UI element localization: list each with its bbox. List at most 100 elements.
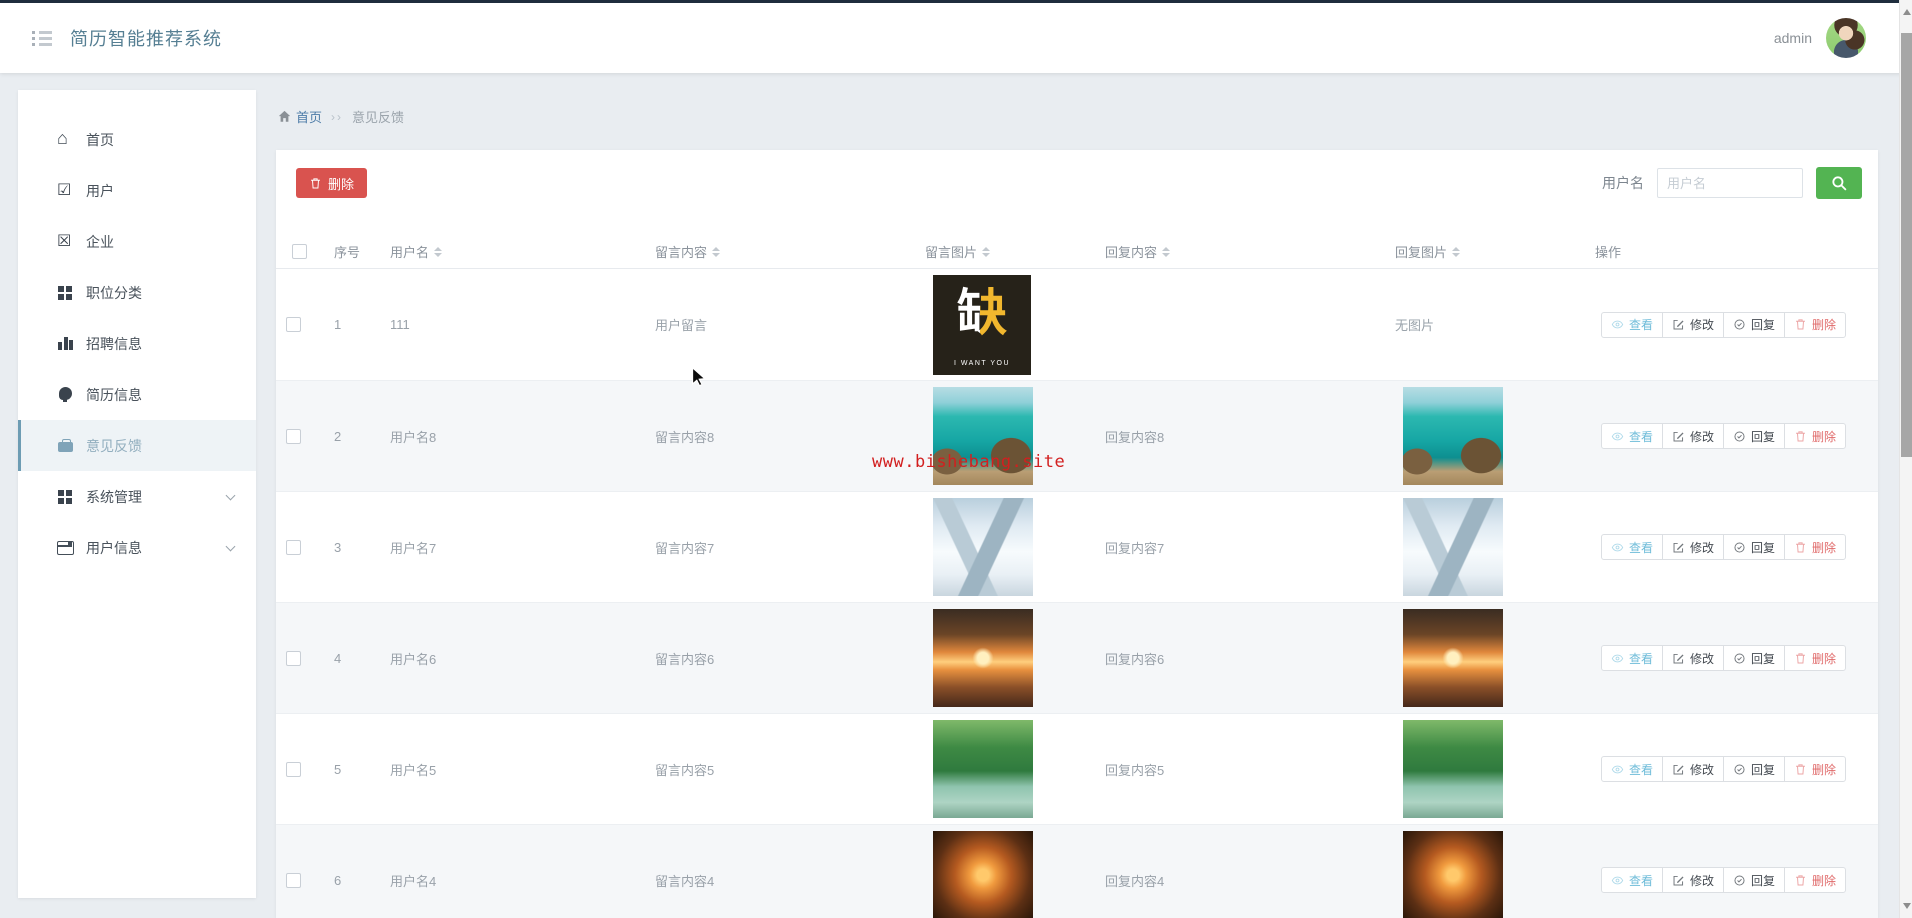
- search-field-label: 用户名: [1602, 175, 1644, 191]
- breadcrumb-separator: ››: [331, 109, 344, 124]
- reply-image[interactable]: [1403, 720, 1503, 818]
- table-header-label: 留言内容: [655, 245, 708, 260]
- view-button[interactable]: 查看: [1601, 756, 1664, 782]
- message-image[interactable]: 缺 缺 I WANT YOU: [933, 720, 1033, 818]
- row-delete-button[interactable]: 删除: [1784, 423, 1847, 449]
- edit-button[interactable]: 修改: [1662, 534, 1725, 560]
- row-checkbox[interactable]: [286, 650, 301, 666]
- edit-button[interactable]: 修改: [1662, 423, 1725, 449]
- search-button[interactable]: [1816, 167, 1862, 199]
- sidebar-item-user-info[interactable]: 用户信息: [18, 522, 256, 573]
- sort-caret-icon[interactable]: [1452, 246, 1461, 257]
- table-row: 4 用户名6 留言内容6 缺 缺 I WANT YOU 回复内容6: [276, 602, 1878, 713]
- edit-button[interactable]: 修改: [1662, 867, 1725, 893]
- sidebar-item-system-manage[interactable]: 系统管理: [18, 471, 256, 522]
- sidebar-item-job-category[interactable]: 职位分类: [18, 267, 256, 318]
- sidebar-item-feedback[interactable]: 意见反馈: [18, 420, 256, 471]
- hamburger-menu-icon[interactable]: [32, 30, 52, 46]
- row-username: 用户名7: [390, 540, 437, 556]
- scrollbar-thumb[interactable]: [1901, 33, 1912, 457]
- top-bar: 简历智能推荐系统 admin: [0, 0, 1912, 73]
- row-checkbox[interactable]: [286, 317, 301, 332]
- row-username: 111: [390, 317, 410, 332]
- select-all-checkbox[interactable]: [292, 244, 307, 259]
- reply-icon: [1734, 430, 1745, 442]
- message-image[interactable]: 缺 缺 I WANT YOU: [933, 609, 1033, 707]
- sidebar-item-users[interactable]: 用户: [18, 165, 256, 216]
- page-scrollbar[interactable]: [1899, 0, 1912, 918]
- sort-caret-icon[interactable]: [1162, 246, 1171, 257]
- table-row: 6 用户名4 留言内容4 缺 缺 I WANT YOU 回复内容4: [276, 824, 1878, 918]
- row-delete-button[interactable]: 删除: [1784, 756, 1847, 782]
- breadcrumb-home-link[interactable]: 首页: [278, 107, 322, 126]
- reply-image[interactable]: [1403, 831, 1503, 918]
- row-index: 2: [334, 428, 342, 444]
- sort-caret-icon[interactable]: [712, 246, 721, 257]
- reply-image[interactable]: [1403, 609, 1503, 707]
- sidebar-item-label: 系统管理: [86, 488, 142, 505]
- delete-button[interactable]: 删除: [296, 168, 368, 198]
- row-username: 用户名5: [390, 762, 437, 778]
- table-header-cell: 用户名: [380, 235, 645, 268]
- eye-icon: [1611, 320, 1624, 329]
- row-delete-button[interactable]: 删除: [1784, 867, 1847, 893]
- reply-button[interactable]: 回复: [1723, 645, 1786, 671]
- table-header-cell: 操作: [1585, 235, 1878, 268]
- reply-button[interactable]: 回复: [1723, 867, 1786, 893]
- edit-button[interactable]: 修改: [1662, 311, 1725, 338]
- sort-caret-icon[interactable]: [434, 246, 443, 257]
- sidebar-item-company[interactable]: 企业: [18, 216, 256, 267]
- scroll-up-icon[interactable]: [1903, 9, 1911, 15]
- reply-button[interactable]: 回复: [1723, 423, 1786, 449]
- table-header-label: 回复图片: [1395, 245, 1448, 260]
- row-message: 留言内容4: [655, 873, 715, 889]
- sidebar-item-label: 企业: [86, 233, 114, 250]
- message-image[interactable]: 缺 缺 I WANT YOU: [933, 274, 1031, 375]
- reply-image[interactable]: [1403, 387, 1503, 485]
- row-checkbox[interactable]: [286, 539, 301, 555]
- no-image-text: 无图片: [1395, 318, 1435, 333]
- view-button[interactable]: 查看: [1601, 645, 1664, 671]
- view-button[interactable]: 查看: [1601, 867, 1664, 893]
- scroll-down-icon[interactable]: [1903, 903, 1911, 909]
- view-button[interactable]: 查看: [1601, 311, 1664, 338]
- message-image[interactable]: 缺 缺 I WANT YOU: [933, 831, 1033, 918]
- sidebar-item-label: 职位分类: [86, 284, 142, 301]
- view-button[interactable]: 查看: [1601, 534, 1664, 560]
- reply-button[interactable]: 回复: [1723, 756, 1786, 782]
- sidebar-item-label: 首页: [86, 131, 114, 148]
- row-checkbox[interactable]: [286, 872, 301, 888]
- app-title: 简历智能推荐系统: [70, 29, 222, 49]
- poster-caption: I WANT YOU: [953, 359, 1011, 367]
- edit-icon: [1673, 875, 1684, 885]
- edit-button[interactable]: 修改: [1662, 756, 1725, 782]
- reply-button[interactable]: 回复: [1723, 534, 1786, 560]
- sidebar-item-home[interactable]: 首页: [18, 114, 256, 165]
- table-row: 5 用户名5 留言内容5 缺 缺 I WANT YOU 回复内容5: [276, 713, 1878, 824]
- sidebar-item-recruit-info[interactable]: 招聘信息: [18, 318, 256, 369]
- row-delete-button[interactable]: 删除: [1784, 311, 1847, 338]
- table-header-cell: 序号: [324, 235, 380, 268]
- sidebar: 首页 用户 企业 职位分类 招聘信息 简历信息: [18, 90, 256, 898]
- table-toolbar: 删除 用户名: [276, 150, 1878, 199]
- row-delete-button[interactable]: 删除: [1784, 534, 1847, 560]
- row-message: 留言内容6: [655, 651, 715, 667]
- sidebar-item-label: 招聘信息: [86, 335, 142, 352]
- row-delete-button[interactable]: 删除: [1784, 645, 1847, 671]
- sidebar-item-label: 用户信息: [86, 539, 142, 556]
- row-checkbox[interactable]: [286, 428, 301, 444]
- view-button[interactable]: 查看: [1601, 423, 1664, 449]
- row-reply: 回复内容8: [1105, 429, 1165, 445]
- watermark-text: www.bishebang.site: [872, 452, 1066, 472]
- current-user-name[interactable]: admin: [1774, 30, 1812, 46]
- username-search-input[interactable]: [1657, 168, 1803, 198]
- edit-button[interactable]: 修改: [1662, 645, 1725, 671]
- reply-image[interactable]: [1403, 498, 1503, 596]
- message-image[interactable]: 缺 缺 I WANT YOU: [933, 498, 1033, 596]
- table-header-label: 回复内容: [1105, 245, 1158, 260]
- sort-caret-icon[interactable]: [982, 246, 991, 257]
- user-avatar[interactable]: [1826, 18, 1866, 58]
- sidebar-item-resume-info[interactable]: 简历信息: [18, 369, 256, 420]
- row-checkbox[interactable]: [286, 761, 301, 777]
- reply-button[interactable]: 回复: [1723, 311, 1786, 338]
